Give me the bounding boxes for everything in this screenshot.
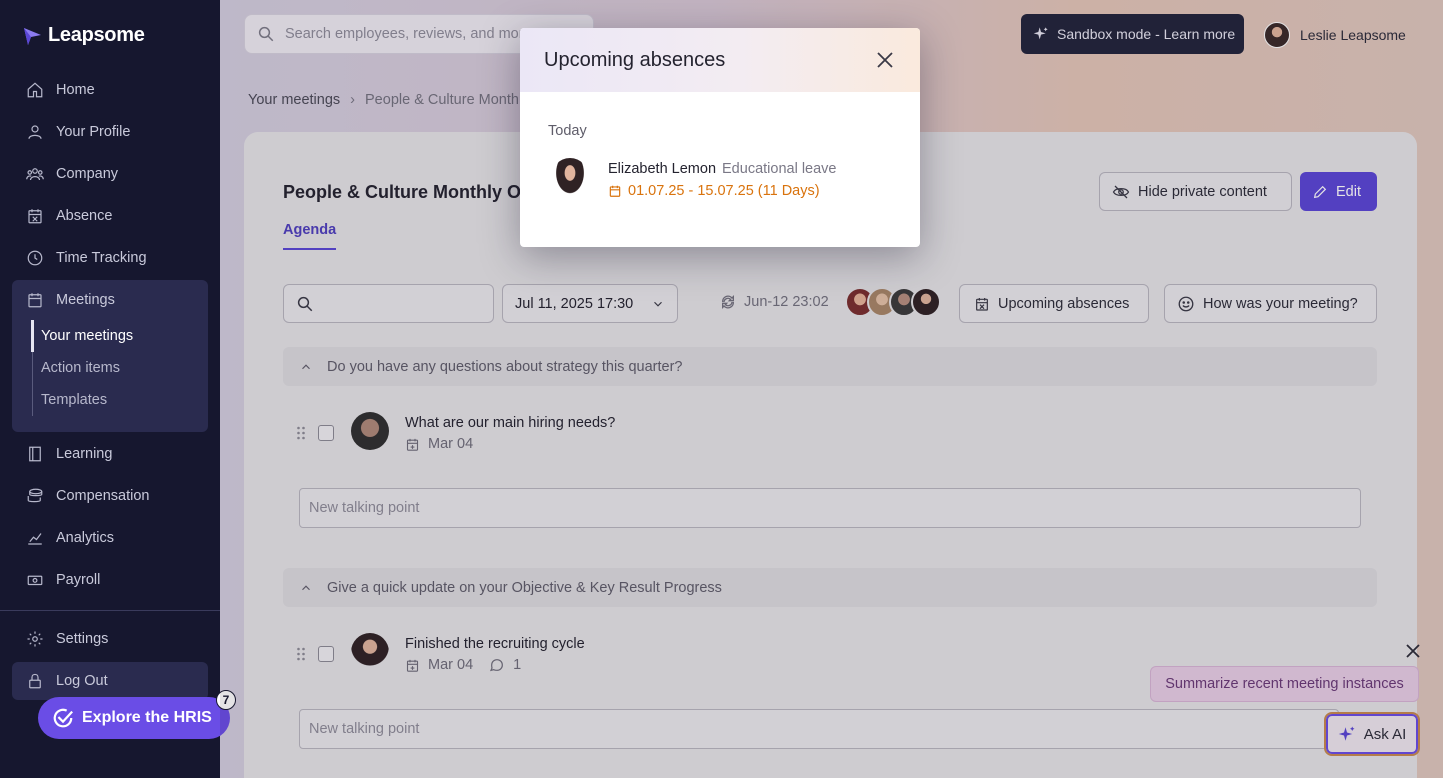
sidebar-subitem-templates[interactable]: Templates (41, 392, 107, 408)
sidebar-item-label: Compensation (56, 488, 150, 504)
logo-icon (24, 27, 41, 45)
clock-icon (27, 250, 43, 266)
sidebar-item-learning[interactable]: Learning (12, 436, 208, 472)
home-icon (27, 82, 43, 98)
sidebar-item-label: Absence (56, 208, 113, 224)
user-icon (28, 125, 42, 139)
sidebar-item-time-tracking[interactable]: Time Tracking (12, 240, 208, 276)
sidebar-item-profile[interactable]: Your Profile (12, 114, 208, 150)
submenu-active-indicator (31, 320, 34, 352)
sidebar-item-company[interactable]: Company (12, 156, 208, 192)
sidebar-subitem-action-items[interactable]: Action items (41, 360, 120, 376)
sidebar-item-absence[interactable]: Absence (12, 198, 208, 234)
leapsome-logo[interactable]: Leapsome (22, 24, 145, 47)
sidebar-item-label: Your Profile (56, 124, 131, 140)
upcoming-absences-modal: Upcoming absences Today Elizabeth Lemon E… (520, 28, 920, 247)
sidebar-subitem-your-meetings[interactable]: Your meetings (41, 328, 133, 344)
check-circle-icon (53, 708, 73, 728)
sidebar-item-logout[interactable]: Log Out (12, 663, 208, 699)
sidebar-item-label: Log Out (56, 673, 108, 689)
absence-person-name: Elizabeth Lemon (608, 161, 717, 177)
coins-icon (27, 488, 43, 503)
sidebar-item-payroll[interactable]: Payroll (12, 562, 208, 598)
calendar-icon (609, 185, 621, 197)
sidebar-item-meetings[interactable]: Meetings (12, 282, 208, 318)
calendar-x-icon (28, 209, 42, 224)
money-icon (27, 575, 43, 586)
calendar-icon (28, 293, 42, 308)
sidebar-divider (0, 610, 220, 611)
team-icon (26, 168, 44, 181)
absence-row: Elizabeth Lemon Educational leave 01.07.2… (550, 158, 837, 202)
sidebar: Leapsome Home Your Profile Company Absen… (0, 0, 220, 778)
explore-label: Explore the HRIS (82, 709, 212, 726)
sidebar-item-home[interactable]: Home (12, 72, 208, 108)
sidebar-item-label: Payroll (56, 572, 101, 588)
modal-header: Upcoming absences (520, 28, 920, 92)
absence-type: Educational leave (722, 161, 837, 177)
sidebar-item-label: Meetings (56, 292, 115, 308)
sidebar-item-settings[interactable]: Settings (12, 621, 208, 657)
sidebar-item-analytics[interactable]: Analytics (12, 520, 208, 556)
brand-name: Leapsome (48, 24, 145, 46)
book-icon (29, 446, 41, 462)
gear-icon (27, 631, 43, 647)
modal-title: Upcoming absences (544, 48, 726, 71)
sidebar-item-label: Time Tracking (56, 250, 147, 266)
sidebar-item-label: Company (56, 166, 119, 182)
explore-hris-button[interactable]: Explore the HRIS (38, 697, 230, 739)
close-icon[interactable] (874, 49, 896, 71)
sidebar-item-label: Analytics (56, 530, 115, 546)
sidebar-item-compensation[interactable]: Compensation (12, 478, 208, 514)
avatar (550, 158, 590, 202)
sidebar-item-label: Settings (56, 631, 109, 647)
absence-dates: 01.07.25 - 15.07.25 (11 Days) (628, 183, 820, 199)
sidebar-item-label: Home (56, 82, 95, 98)
absence-section-label: Today (548, 123, 587, 139)
chart-icon (28, 533, 42, 545)
lock-icon (29, 673, 41, 689)
sidebar-item-label: Learning (56, 446, 113, 462)
